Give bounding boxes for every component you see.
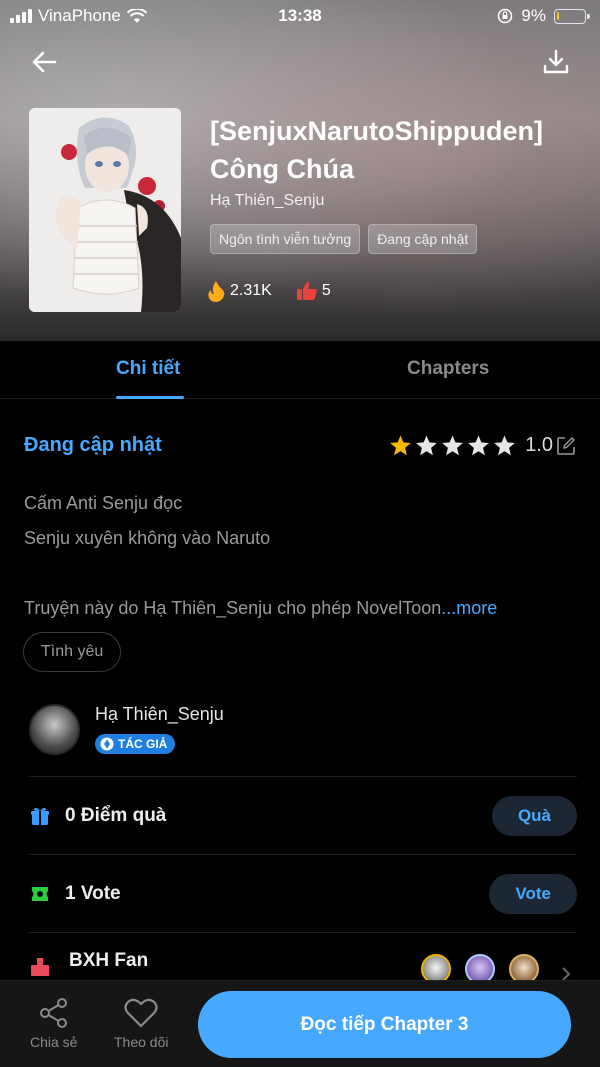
book-stats: 2.31K 5 — [206, 280, 331, 302]
star-empty-icon[interactable] — [493, 434, 516, 457]
thumbs-up-icon — [296, 282, 317, 300]
tag-status[interactable]: Đang cập nhật — [368, 224, 478, 254]
fire-icon — [208, 281, 225, 302]
orientation-lock-icon — [498, 8, 513, 24]
trophy-icon — [31, 958, 49, 976]
gift-button[interactable]: Quà — [491, 795, 577, 836]
gift-points: 0 Điểm quà — [65, 804, 167, 826]
book-title: [SenjuxNarutoShippuden] Công Chúa — [210, 116, 543, 184]
back-button[interactable] — [26, 44, 62, 80]
tag-genre[interactable]: Ngôn tình viễn tưởng — [210, 224, 361, 254]
license-text: Truyện này do Hạ Thiên_Senju cho phép No… — [24, 598, 442, 618]
star-empty-icon[interactable] — [441, 434, 464, 457]
status-rating-row: Đang cập nhật 1.0 — [24, 434, 576, 457]
gift-row: 0 Điểm quà Quà — [29, 777, 577, 855]
license-line: Truyện này do Hạ Thiên_Senju cho phép No… — [24, 591, 576, 626]
author-badge-label: TÁC GIẢ — [118, 737, 168, 751]
views-stat: 2.31K — [206, 280, 272, 302]
vote-button[interactable]: Vote — [489, 873, 577, 914]
likes-count: 5 — [321, 282, 331, 299]
share-label: Chia sẻ — [30, 1034, 78, 1050]
book-header: VinaPhone 13:38 9% [SenjuxNarutoShippude… — [0, 0, 600, 341]
tab-details[interactable]: Chi tiết — [116, 358, 180, 380]
status-bar: VinaPhone 13:38 9% — [0, 0, 600, 32]
edit-icon — [557, 436, 575, 455]
rating-stars — [389, 434, 516, 457]
vote-ticket-icon — [32, 886, 48, 901]
rating[interactable]: 1.0 — [389, 434, 576, 457]
views-count: 2.31K — [230, 282, 272, 299]
follow-label: Theo dõi — [114, 1034, 169, 1050]
battery-percent: 9% — [521, 6, 546, 25]
heart-icon — [124, 998, 158, 1028]
fan-ranking-row[interactable]: BXH Fan — [29, 934, 577, 984]
star-filled-icon[interactable] — [389, 434, 412, 457]
update-status: Đang cập nhật — [24, 434, 162, 456]
vote-row: 1 Vote Vote — [29, 855, 577, 933]
badge-icon — [100, 737, 114, 751]
avatar[interactable] — [29, 704, 80, 755]
download-button[interactable] — [538, 44, 574, 80]
bottom-action-bar: Chia sẻ Theo dõi Đọc tiếp Chapter 3 — [0, 980, 600, 1067]
description-line: Senju xuyên không vào Naruto — [24, 528, 271, 548]
book-tags: Ngôn tình viễn tưởng Đang cập nhật — [210, 224, 478, 254]
rating-value: 1.0 — [525, 434, 553, 456]
more-link[interactable]: ...more — [441, 598, 497, 618]
gift-icon — [31, 807, 49, 825]
book-author[interactable]: Hạ Thiên_Senju — [210, 192, 324, 210]
share-icon — [39, 998, 67, 1028]
star-empty-icon[interactable] — [415, 434, 438, 457]
genre-chip[interactable]: Tình yêu — [23, 632, 122, 672]
cover-illustration — [29, 108, 181, 312]
vote-count: 1 Vote — [65, 882, 121, 904]
book-cover[interactable] — [29, 108, 181, 312]
tab-chapters[interactable]: Chapters — [407, 358, 489, 380]
fan-ranking-label: BXH Fan — [69, 950, 149, 971]
likes-stat: 5 — [296, 280, 331, 302]
tab-bar: Chi tiết Chapters — [0, 341, 600, 399]
continue-reading-button[interactable]: Đọc tiếp Chapter 3 — [198, 991, 571, 1058]
share-button[interactable]: Chia sẻ — [30, 997, 77, 1050]
download-icon — [543, 49, 569, 74]
battery-icon — [554, 8, 590, 24]
book-description: Cấm Anti Senju đọc Senju xuyên không vào… — [24, 486, 576, 626]
arrow-left-icon — [32, 51, 57, 73]
author-badge: TÁC GIẢ — [95, 734, 176, 754]
author-name: Hạ Thiên_Senju — [95, 704, 224, 724]
star-empty-icon[interactable] — [467, 434, 490, 457]
description-line: Cấm Anti Senju đọc — [24, 493, 183, 513]
author-card[interactable]: Hạ Thiên_Senju TÁC GIẢ — [29, 702, 577, 777]
follow-button[interactable]: Theo dõi — [114, 997, 168, 1050]
active-tab-indicator — [116, 396, 184, 399]
